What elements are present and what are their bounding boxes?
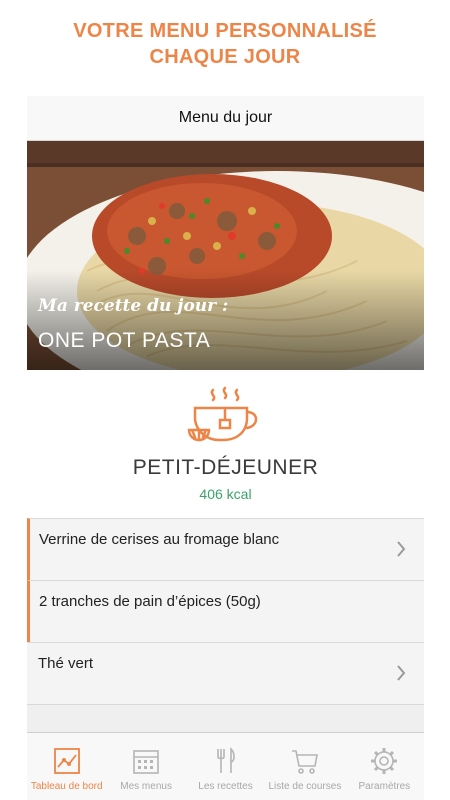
page-title: Menu du jour [178,109,273,126]
tab-label: Liste de courses [268,781,342,792]
recipe-title: ONE POT PASTA [38,329,211,352]
meal-calories: 406 kcal [199,486,252,502]
tea-cup-icon [187,386,258,442]
meal-header: PETIT-DÉJEUNER 406 kcal [27,370,424,518]
meal-item-label: 2 tranches de pain d’épices (50g) [39,593,261,610]
gear-icon [371,748,398,774]
fork-knife-icon [216,747,235,773]
navigation-bar: Menu du jour [27,96,424,141]
chevron-right-icon [397,541,406,557]
promo-line-2: CHAQUE JOUR [149,46,301,68]
tab-bar: Tableau de bord Mes menus Les recettes L… [27,732,424,800]
app-screen: Menu du jour Ma recette du jour: ONE PO… [27,96,424,800]
calendar-icon [133,750,159,774]
recipe-kicker: Ma recette du jour : [38,296,229,316]
meal-item-label: Thé vert [38,655,94,672]
promo-line-1: VOTRE MENU PERSONNALISÉ [73,20,377,42]
meal-name: PETIT-DÉJEUNER [132,456,319,479]
tab-label: Tableau de bord [30,781,103,792]
meal-item-label: Verrine de cerises au fromage blanc [39,531,280,548]
dashboard-chart-icon [53,748,80,774]
banner-gradient [27,270,424,370]
meal-item-1[interactable]: 2 tranches de pain d’épices (50g) [27,580,424,642]
list-spacer [27,704,424,734]
promo-heading: VOTRE MENU PERSONNALISÉ CHAQUE JOUR [0,18,450,70]
meal-item-2[interactable]: Thé vert [27,642,424,704]
tab-label: Les recettes [198,781,253,792]
chevron-right-icon [397,665,406,681]
tab-settings[interactable]: Paramètres [345,733,424,800]
tab-dashboard[interactable]: Tableau de bord [27,733,106,800]
tab-label: Mes menus [120,781,172,792]
tab-my-menus[interactable]: Mes menus [106,733,185,800]
tab-recipes[interactable]: Les recettes [186,733,265,800]
meal-items-list: Verrine de cerises au fromage blanc 2 tr… [27,518,424,734]
tab-label: Paramètres [358,781,411,792]
tab-shopping-list[interactable]: Liste de courses [265,733,344,800]
recipe-of-the-day-banner[interactable]: Ma recette du jour : ONE POT PASTA [27,141,424,370]
meal-item-0[interactable]: Verrine de cerises au fromage blanc [27,518,424,580]
shopping-cart-icon [291,750,318,774]
